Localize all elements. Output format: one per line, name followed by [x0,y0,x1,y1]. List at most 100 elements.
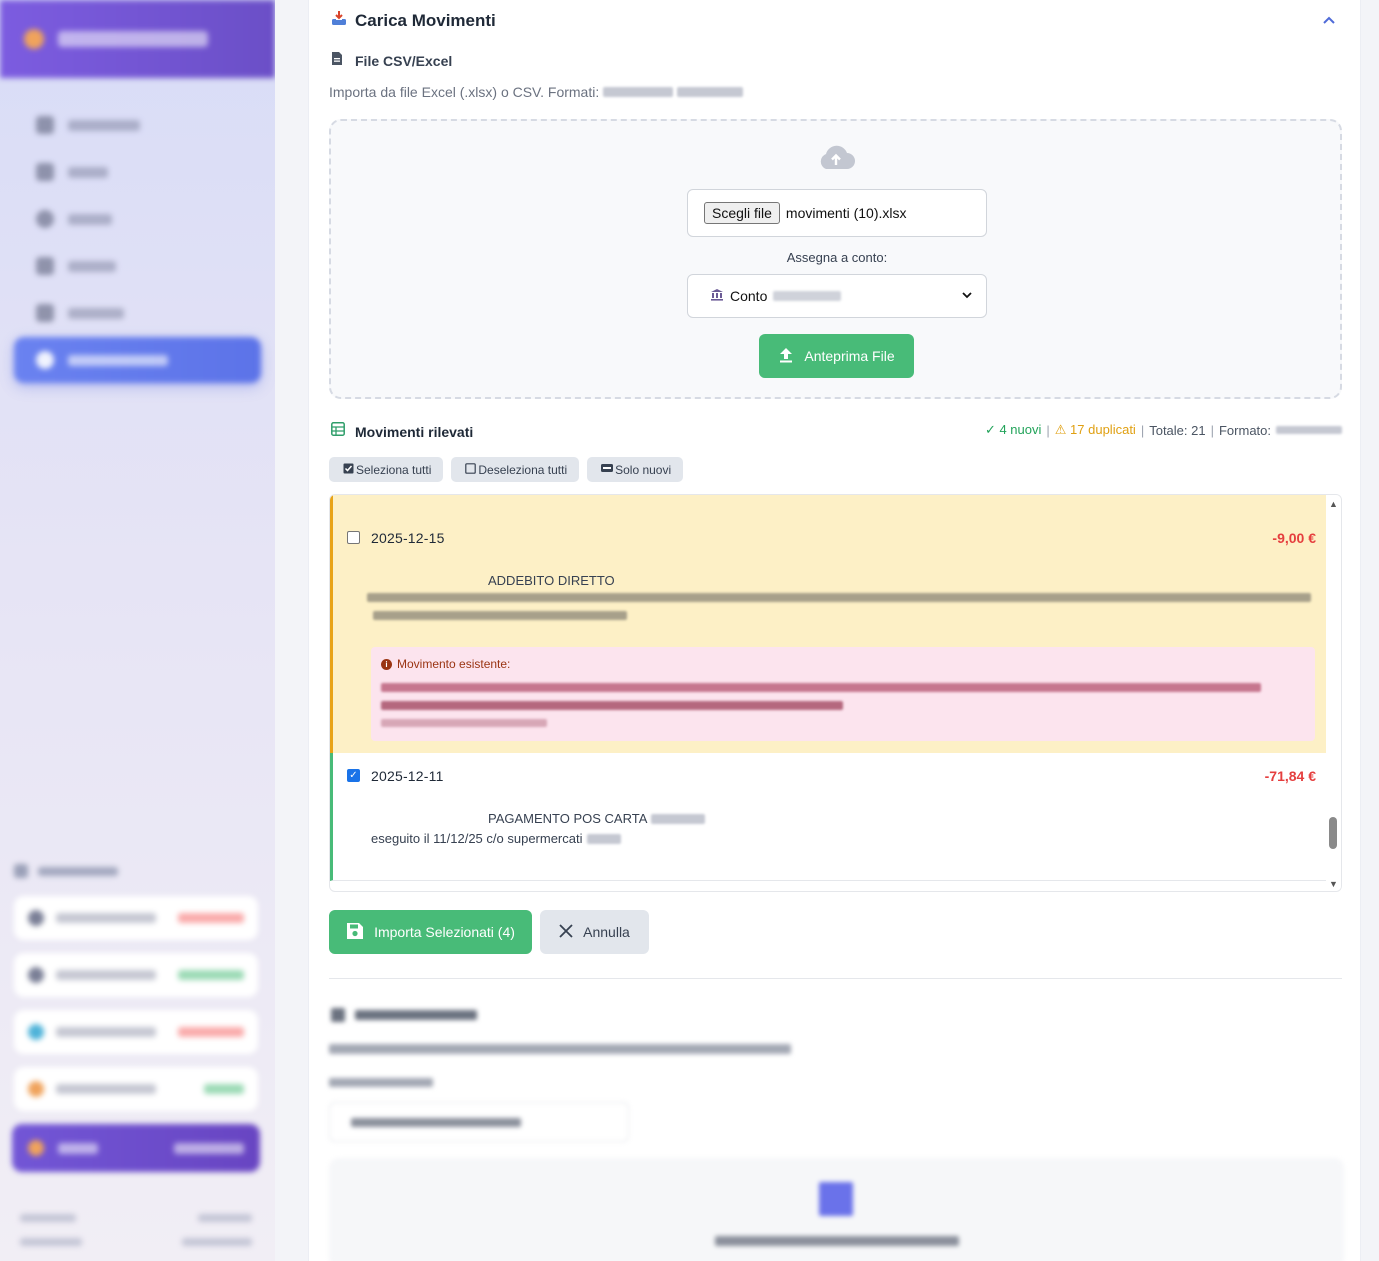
row-checkbox[interactable] [347,531,360,544]
deselect-all-button[interactable]: Deseleziona tutti [451,457,580,482]
inbox-tray-icon [331,10,347,31]
sidebar-account[interactable] [14,953,258,997]
sidebar-total [12,1124,260,1172]
sidebar-item-3[interactable] [14,196,261,242]
scroll-up-icon[interactable]: ▲ [1329,499,1338,509]
account-balance [204,1084,244,1094]
list-scrollbar[interactable]: ▲ ▼ [1326,495,1341,891]
logo-icon [24,29,44,49]
redacted-text [373,611,627,620]
redacted-icon [819,1182,853,1216]
redacted-text [381,683,1261,692]
row-date: 2025-12-11 [371,768,444,784]
redacted-text [715,1236,959,1246]
assign-account-label: Assegna a conto: [786,250,888,265]
redacted-text [351,1118,521,1127]
stat-total: Totale: 21 [1149,422,1206,438]
sidebar-item-5[interactable] [14,290,261,336]
secondary-section [329,1000,1344,1261]
movement-row-duplicate[interactable]: 2025-12-15 -9,00 € ADDEBITO DIRETTO i Mo… [330,505,1326,753]
row-description: ADDEBITO DIRETTO [488,573,615,588]
account-name [56,1027,156,1037]
sidebar-item-active[interactable] [14,337,261,383]
sidebar-item-4[interactable] [14,243,261,289]
movements-header: Movimenti rilevati [331,422,473,441]
nav-icon [36,304,54,322]
file-dropzone[interactable]: Scegli file movimenti (10).xlsx Assegna … [329,119,1342,399]
stat-duplicate-count: ⚠ 17 duplicati [1054,422,1136,437]
card-title: Carica Movimenti [355,10,496,30]
account-select[interactable]: Conto [687,274,987,318]
select-all-button[interactable]: Seleziona tutti [329,457,444,482]
import-selected-button[interactable]: Importa Selezionati (4) [329,910,532,954]
sidebar-account[interactable] [14,1067,258,1111]
redacted-text [329,1078,433,1087]
sidebar-section-title [14,864,118,878]
account-icon [28,967,44,983]
sidebar-item-label [68,354,168,366]
account-select-value: Conto [730,288,768,304]
movements-list[interactable]: 2025-12-15 -9,00 € ADDEBITO DIRETTO i Mo… [329,494,1342,892]
previous-row-edge [330,495,1326,505]
sidebar-account[interactable] [14,1010,258,1054]
existing-movement-box: i Movimento esistente: [371,647,1315,741]
selection-actions: Seleziona tutti Deseleziona tutti Solo n… [329,457,684,482]
new-badge-icon [601,463,614,476]
row-description: PAGAMENTO POS CARTA [488,811,648,826]
upload-icon [778,347,794,366]
redacted-text [651,813,706,824]
row-amount: -71,84 € [1264,768,1316,784]
redacted-text [586,833,621,844]
deselect-all-label: Deseleziona tutti [478,462,568,477]
choose-file-button[interactable]: Scegli file [704,202,780,224]
stat-new-count: ✓ 4 nuovi [984,422,1042,437]
section-icon [331,1008,345,1022]
close-icon [559,923,573,941]
sidebar-brand[interactable] [0,0,275,78]
row-description-2: eseguito il 11/12/25 c/o supermercati [371,831,583,846]
sidebar-account[interactable] [14,896,258,940]
redacted-text [367,593,1311,602]
preview-file-label: Anteprima File [804,348,895,364]
account-name [56,970,156,980]
account-balance [178,913,244,923]
row-date: 2025-12-15 [371,530,445,546]
card-header: Carica Movimenti [331,10,496,31]
cancel-button[interactable]: Annulla [540,910,649,954]
file-input[interactable]: Scegli file movimenti (10).xlsx [687,189,987,237]
scroll-down-icon[interactable]: ▼ [1329,879,1338,889]
movements-title: Movimenti rilevati [355,423,474,440]
nav-icon [36,257,54,275]
sidebar-item-1[interactable] [14,102,261,148]
nav-icon [36,163,54,181]
stat-format: Formato: [1218,422,1271,438]
chevron-up-icon[interactable] [1322,12,1336,28]
preview-file-button[interactable]: Anteprima File [759,334,914,378]
sidebar-item-2[interactable] [14,149,261,195]
existing-movement-title: i Movimento esistente: [381,657,510,671]
section-icon [14,864,28,878]
brand-name [58,31,208,47]
row-description-line-2: eseguito il 11/12/25 c/o supermercati [371,831,621,846]
only-new-button[interactable]: Solo nuovi [587,457,684,482]
file-icon [331,51,343,71]
redacted-text [677,87,744,97]
section-label [38,866,118,876]
redacted-text [381,719,547,727]
movement-row-new[interactable]: ✓ 2025-12-11 -71,84 € PAGAMENTO POS CART… [330,753,1326,881]
row-amount: -9,00 € [1272,530,1316,546]
redacted-text [603,87,674,97]
info-icon: i [381,658,392,670]
total-amount [174,1142,244,1154]
checkbox-empty-icon [465,462,477,477]
total-icon [28,1140,44,1156]
sidebar-item-label [68,260,116,272]
file-section-title: File CSV/Excel [355,53,453,69]
redacted-text [1276,426,1342,434]
row-checkbox-checked[interactable]: ✓ [347,769,360,782]
file-description-text: Importa da file Excel (.xlsx) o CSV. For… [329,84,600,100]
account-icon [28,1024,44,1040]
bank-icon [710,288,724,304]
redacted-text [381,701,843,710]
scroll-thumb[interactable] [1329,817,1337,849]
